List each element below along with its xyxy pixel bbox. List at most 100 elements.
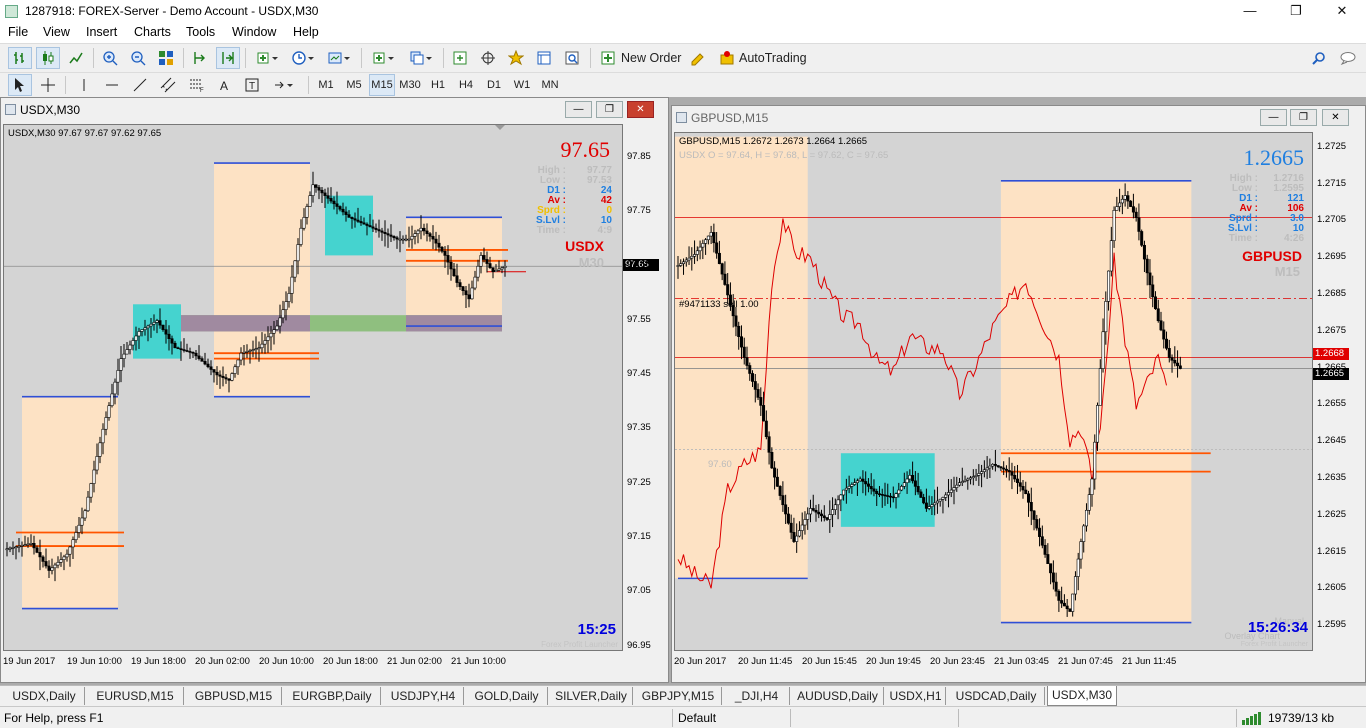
chart-plot-area[interactable]: GBPUSD,M15 1.2672 1.2673 1.2664 1.2665 U… [674,132,1313,651]
timeframe-h4[interactable]: H4 [453,74,479,96]
menu-help[interactable]: Help [291,25,321,39]
chart-window-usdx[interactable]: USDX,M30 — ❐ ✕ USDX,M30 97.67 97.67 97.6… [0,97,669,683]
text-label-button[interactable]: T [240,74,264,96]
candle-body [1145,258,1149,274]
timeframe-w1[interactable]: W1 [509,74,535,96]
crosshair-button[interactable] [36,74,60,96]
menu-file[interactable]: File [6,25,30,39]
candle-body [1043,544,1047,555]
autoscroll-button[interactable] [216,47,240,69]
chart-tab[interactable]: EURGBP,Daily [284,687,381,705]
candle-body [1096,405,1100,443]
fibonacci-button[interactable]: F [184,74,208,96]
price-info-panel: High :1.2716 Low :1.2595 D1 :121 Av :106 Spr… [1224,174,1304,244]
candle-body [293,260,297,278]
candle-body [422,227,426,232]
candle-body [44,561,48,567]
chart-tab[interactable]: GBPUSD,M15 [186,687,282,705]
new-chart-button[interactable] [366,47,400,69]
tile-windows-button[interactable] [154,47,178,69]
menu-view[interactable]: View [41,25,72,39]
menu-tools[interactable]: Tools [184,25,217,39]
vertical-line-button[interactable] [72,74,96,96]
timeframe-m1[interactable]: M1 [313,74,339,96]
menu-insert[interactable]: Insert [84,25,119,39]
candle-body [817,511,821,515]
price-tick-label: 1.2615 [1317,545,1347,557]
chart-tab[interactable]: _DJI,H4 [724,687,790,705]
maximize-button[interactable]: ❐ [1273,0,1319,23]
chart-tab[interactable]: SILVER,Daily [550,687,633,705]
strategy-tester-button[interactable] [560,47,584,69]
chart-tab[interactable]: EURUSD,M15 [87,687,184,705]
cursor-button[interactable] [8,74,32,96]
text-button[interactable]: A [212,74,236,96]
minimize-button[interactable]: — [1227,0,1273,23]
market-watch-button[interactable] [448,47,472,69]
candle-body [1082,525,1086,542]
chart-tab[interactable]: USDX,Daily [4,687,85,705]
new-order-button[interactable]: New Order [596,47,684,69]
candle-body [206,363,210,368]
time-tick-label: 21 Jun 07:45 [1058,656,1113,667]
line-chart-button[interactable] [64,47,88,69]
candle-body [413,233,417,237]
candle-body [47,565,51,571]
chart-minimize-button[interactable]: — [1260,109,1287,126]
chart-restore-button[interactable]: ❐ [596,101,623,118]
chart-window-caption[interactable]: GBPUSD,M15 — ❐ ✕ [672,106,1365,130]
templates-button[interactable] [322,47,356,69]
periods-button[interactable] [286,47,320,69]
timeframe-d1[interactable]: D1 [481,74,507,96]
zoom-out-button[interactable] [126,47,150,69]
close-button[interactable]: ✕ [1319,0,1365,23]
chart-tab[interactable]: GOLD,Daily [466,687,548,705]
timeframe-h1[interactable]: H1 [425,74,451,96]
chart-tab[interactable]: GBPJPY,M15 [635,687,722,705]
chart-close-button[interactable]: ✕ [627,101,654,118]
chart-shift-button[interactable] [188,47,212,69]
navigator-button[interactable] [504,47,528,69]
chart-close-button[interactable]: ✕ [1322,109,1349,126]
timeframe-mn[interactable]: MN [537,74,563,96]
search-button[interactable] [1308,47,1330,69]
terminal-button[interactable] [532,47,556,69]
candle-body [419,227,423,232]
chart-tab[interactable]: USDX,M30 [1047,686,1117,706]
bar-chart-button[interactable] [8,47,32,69]
candle-body [113,381,117,395]
chart-tab[interactable]: AUDUSD,Daily [792,687,884,705]
candle-body [455,275,459,283]
candle-body [251,349,255,351]
chart-window-gbpusd[interactable]: GBPUSD,M15 — ❐ ✕ GBPUSD,M15 1.2672 1.267… [671,105,1366,683]
chart-minimize-button[interactable]: — [565,101,592,118]
timeframe-m30[interactable]: M30 [397,74,423,96]
chat-button[interactable] [1336,47,1360,69]
menu-window[interactable]: Window [230,25,278,39]
chart-tab[interactable]: USDCAD,Daily [948,687,1045,705]
chart-tab[interactable]: USDJPY,H4 [383,687,464,705]
candle-body [173,342,177,349]
timeframe-m5[interactable]: M5 [341,74,367,96]
zoom-in-button[interactable] [98,47,122,69]
chart-tab[interactable]: USDX,H1 [886,687,946,705]
candle-body [302,217,306,229]
candle-body [889,495,893,498]
horizontal-line-button[interactable] [100,74,124,96]
candle-body [104,417,108,430]
indicators-button[interactable] [250,47,284,69]
trendline-button[interactable] [128,74,152,96]
profiles-button[interactable] [404,47,438,69]
equidistant-channel-button[interactable] [156,74,180,96]
chart-restore-button[interactable]: ❐ [1290,109,1317,126]
timeframe-m15[interactable]: M15 [369,74,395,96]
metaeditor-button[interactable] [686,47,710,69]
candle-body [470,287,474,300]
menu-charts[interactable]: Charts [132,25,173,39]
autotrading-button[interactable]: AutoTrading [714,47,808,69]
chart-plot-area[interactable]: USDX,M30 97.67 97.67 97.62 97.65 97.65 H… [3,124,623,651]
candlestick-chart-button[interactable] [36,47,60,69]
data-window-button[interactable] [476,47,500,69]
chart-window-caption[interactable]: USDX,M30 — ❐ ✕ [1,98,668,122]
arrows-button[interactable] [268,74,302,96]
